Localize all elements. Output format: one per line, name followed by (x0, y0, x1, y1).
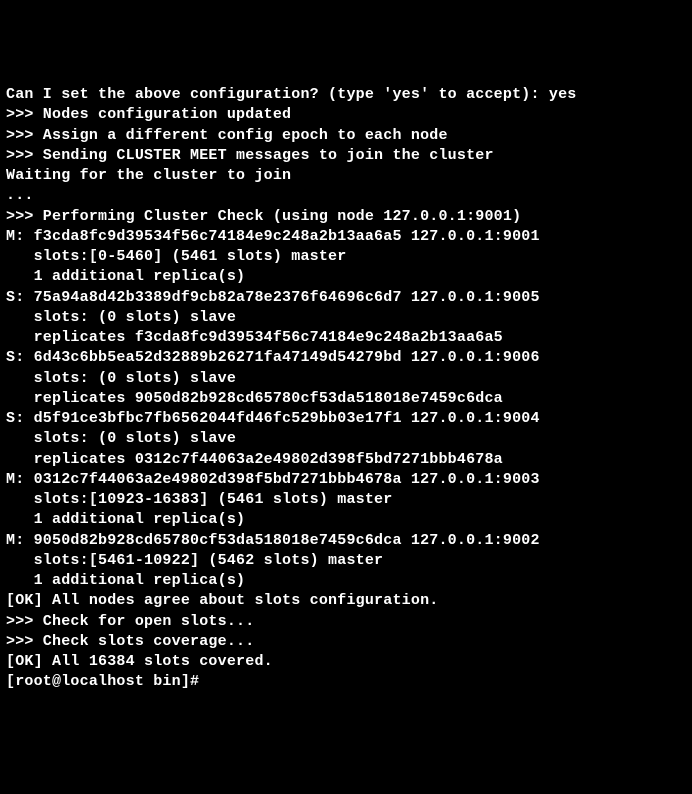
terminal-line: slots: (0 slots) slave (6, 308, 686, 328)
terminal-line: >>> Nodes configuration updated (6, 105, 686, 125)
terminal-line: slots: (0 slots) slave (6, 429, 686, 449)
terminal-line: >>> Sending CLUSTER MEET messages to joi… (6, 146, 686, 166)
terminal-line: >>> Assign a different config epoch to e… (6, 126, 686, 146)
terminal-line: >>> Performing Cluster Check (using node… (6, 207, 686, 227)
terminal-line: ... (6, 186, 686, 206)
terminal-line: 1 additional replica(s) (6, 571, 686, 591)
terminal-line: >>> Check slots coverage... (6, 632, 686, 652)
terminal-line: S: 6d43c6bb5ea52d32889b26271fa47149d5427… (6, 348, 686, 368)
terminal-line: M: 0312c7f44063a2e49802d398f5bd7271bbb46… (6, 470, 686, 490)
terminal-line: M: 9050d82b928cd65780cf53da518018e7459c6… (6, 531, 686, 551)
terminal-line: Can I set the above configuration? (type… (6, 85, 686, 105)
terminal-line: S: 75a94a8d42b3389df9cb82a78e2376f64696c… (6, 288, 686, 308)
terminal-line: S: d5f91ce3bfbc7fb6562044fd46fc529bb03e1… (6, 409, 686, 429)
terminal-line: M: f3cda8fc9d39534f56c74184e9c248a2b13aa… (6, 227, 686, 247)
terminal-output[interactable]: Can I set the above configuration? (type… (6, 85, 686, 693)
terminal-line: replicates 0312c7f44063a2e49802d398f5bd7… (6, 450, 686, 470)
terminal-line: [OK] All 16384 slots covered. (6, 652, 686, 672)
terminal-line: slots:[0-5460] (5461 slots) master (6, 247, 686, 267)
terminal-line: [root@localhost bin]# (6, 672, 686, 692)
terminal-line: Waiting for the cluster to join (6, 166, 686, 186)
terminal-line: replicates f3cda8fc9d39534f56c74184e9c24… (6, 328, 686, 348)
terminal-line: 1 additional replica(s) (6, 510, 686, 530)
terminal-line: replicates 9050d82b928cd65780cf53da51801… (6, 389, 686, 409)
terminal-line: slots:[10923-16383] (5461 slots) master (6, 490, 686, 510)
terminal-line: 1 additional replica(s) (6, 267, 686, 287)
terminal-line: slots: (0 slots) slave (6, 369, 686, 389)
terminal-line: [OK] All nodes agree about slots configu… (6, 591, 686, 611)
terminal-line: slots:[5461-10922] (5462 slots) master (6, 551, 686, 571)
terminal-line: >>> Check for open slots... (6, 612, 686, 632)
